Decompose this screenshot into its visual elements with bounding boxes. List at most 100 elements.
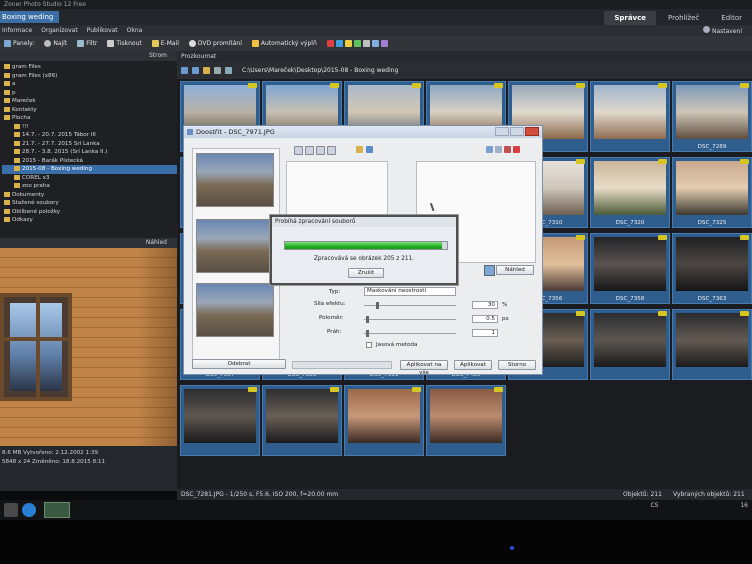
- tab-editor[interactable]: Editor: [711, 11, 752, 25]
- zoom-in-icon[interactable]: [294, 146, 303, 155]
- luma-checkbox[interactable]: [366, 342, 372, 348]
- photo-thumbnail[interactable]: [344, 385, 424, 456]
- photo-thumbnail[interactable]: DSC_7320: [590, 157, 670, 228]
- print-label: Tisknout: [116, 40, 142, 47]
- menu-organize[interactable]: Organizovat: [41, 27, 77, 34]
- zoom-out-icon[interactable]: [305, 146, 314, 155]
- tree-item[interactable]: 2015-08 - Boxing weding: [2, 165, 177, 174]
- dialog-thumb[interactable]: [196, 219, 274, 273]
- split-view-icon[interactable]: [486, 146, 493, 153]
- forward-icon[interactable]: [192, 67, 199, 74]
- save-icon[interactable]: [366, 146, 373, 153]
- path-text[interactable]: C:\Users\Mareček\Desktop\2015-08 - Boxin…: [242, 67, 398, 74]
- menu-info[interactable]: Informace: [2, 27, 32, 34]
- folder-icon[interactable]: [203, 67, 210, 74]
- tree-item[interactable]: 21.7. - 27.7. 2015 Srí Lanka: [2, 140, 177, 149]
- folder-icon: [4, 72, 10, 78]
- menu-publish[interactable]: Publikovat: [87, 27, 118, 34]
- strength-slider-thumb[interactable]: [376, 302, 379, 309]
- tab-viewer[interactable]: Prohlížeč: [658, 11, 709, 25]
- tree-item[interactable]: 28.7. - 3.8. 2015 (Srí Lanka II.): [2, 148, 177, 157]
- compare-icon[interactable]: [504, 146, 511, 153]
- dvd-slideshow-button[interactable]: DVD promítání: [188, 40, 242, 47]
- red-eye-icon[interactable]: [326, 40, 334, 47]
- tree-item[interactable]: gram Files (x86): [2, 72, 177, 81]
- folder-open-icon[interactable]: [356, 146, 363, 153]
- tree-item[interactable]: Odkazy: [2, 216, 177, 225]
- back-icon[interactable]: [181, 67, 188, 74]
- browser-icon[interactable]: [22, 503, 36, 517]
- tree-item[interactable]: Plocha: [2, 114, 177, 123]
- preview-button[interactable]: Náhled: [496, 265, 534, 275]
- radius-input[interactable]: 0.5: [472, 315, 498, 323]
- tree-item[interactable]: !!!: [2, 123, 177, 132]
- dialog-thumb[interactable]: [196, 283, 274, 337]
- print-button[interactable]: Tisknout: [107, 40, 142, 47]
- light-icon[interactable]: [344, 40, 352, 47]
- tree-item[interactable]: 2015 - Barák Pístecká: [2, 157, 177, 166]
- color-icon[interactable]: [335, 40, 343, 47]
- tree-item[interactable]: Mareček: [2, 97, 177, 106]
- single-view-icon[interactable]: [495, 146, 502, 153]
- filter-label: Filtr: [86, 40, 98, 47]
- filter-button[interactable]: Filtr: [77, 40, 97, 47]
- find-button[interactable]: Najít: [44, 40, 67, 47]
- view-icon[interactable]: [225, 67, 232, 74]
- tree-item[interactable]: Kontakty: [2, 106, 177, 115]
- tree-item[interactable]: p: [2, 89, 177, 98]
- effect-icon[interactable]: [380, 40, 388, 47]
- auto-fill-button[interactable]: Automatický výplň: [251, 40, 317, 47]
- zoom-fit-icon[interactable]: [327, 146, 336, 155]
- crop-icon[interactable]: [353, 40, 361, 47]
- dialog-thumb[interactable]: [196, 153, 274, 207]
- photo-thumbnail[interactable]: DSC_7363: [672, 233, 752, 304]
- tree-item[interactable]: COREL x3: [2, 174, 177, 183]
- photo-thumbnail[interactable]: [672, 309, 752, 380]
- apply-button[interactable]: Aplikovat: [454, 360, 492, 370]
- photo-thumbnail[interactable]: [426, 385, 506, 456]
- cancel-button[interactable]: Storno: [498, 360, 536, 370]
- tree-item[interactable]: gram Files: [2, 63, 177, 72]
- tree-item[interactable]: 14.7. - 20.7. 2015 Tábor III: [2, 131, 177, 140]
- tree-item[interactable]: Dokumenty: [2, 191, 177, 200]
- strength-input[interactable]: 30: [472, 301, 498, 309]
- photo-thumbnail[interactable]: [590, 81, 670, 152]
- reset-icon[interactable]: [513, 146, 520, 153]
- radius-slider-thumb[interactable]: [366, 316, 369, 323]
- photo-app-taskbar-icon[interactable]: [44, 502, 70, 518]
- tab-manager[interactable]: Správce: [604, 11, 657, 25]
- radius-slider[interactable]: [364, 316, 456, 323]
- remove-button[interactable]: Odebrat: [192, 359, 286, 369]
- sort-icon[interactable]: [214, 67, 221, 74]
- start-icon[interactable]: [4, 503, 18, 517]
- photo-thumbnail[interactable]: [590, 309, 670, 380]
- tree-item[interactable]: a: [2, 80, 177, 89]
- abort-button[interactable]: Zrušit: [348, 268, 384, 278]
- type-select[interactable]: Maskování neostrosti: [364, 287, 456, 296]
- strength-slider[interactable]: [364, 302, 456, 309]
- minimize-button[interactable]: [495, 127, 509, 136]
- photo-thumbnail[interactable]: [262, 385, 342, 456]
- email-button[interactable]: E-Mail: [151, 40, 179, 47]
- maximize-button[interactable]: [510, 127, 524, 136]
- zoom-actual-icon[interactable]: [316, 146, 325, 155]
- rotate-icon[interactable]: [362, 40, 370, 47]
- menu-windows[interactable]: Okna: [127, 27, 143, 34]
- close-button[interactable]: [525, 127, 539, 136]
- threshold-slider[interactable]: [364, 330, 456, 337]
- preview-toggle-icon[interactable]: [484, 265, 495, 276]
- resize-icon[interactable]: [371, 40, 379, 47]
- panels-button[interactable]: Panely:: [4, 40, 34, 47]
- threshold-input[interactable]: 1: [472, 329, 498, 337]
- tree-item[interactable]: zoo praha: [2, 182, 177, 191]
- photo-thumbnail[interactable]: DSC_7358: [590, 233, 670, 304]
- photo-thumbnail[interactable]: [180, 385, 260, 456]
- tray-lang[interactable]: CS: [650, 502, 658, 509]
- threshold-slider-thumb[interactable]: [366, 330, 369, 337]
- photo-thumbnail[interactable]: DSC_7325: [672, 157, 752, 228]
- tree-item[interactable]: Oblíbené položky: [2, 208, 177, 217]
- photo-thumbnail[interactable]: DSC_7289: [672, 81, 752, 152]
- settings-link[interactable]: Nastavení: [702, 26, 742, 35]
- tree-item[interactable]: Stažené soubory: [2, 199, 177, 208]
- apply-all-button[interactable]: Aplikovat na vše: [400, 360, 448, 376]
